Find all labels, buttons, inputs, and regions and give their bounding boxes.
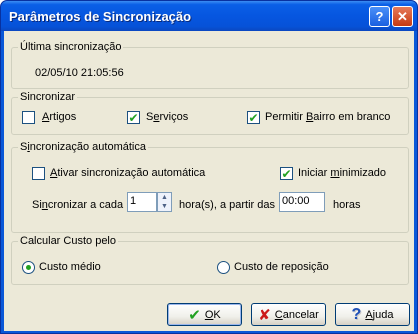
custo-reposicao-label[interactable]: Custo de reposição [234, 261, 329, 273]
interval-spinner[interactable]: ▲ ▼ [157, 192, 172, 212]
ok-label-rest: K [213, 308, 221, 321]
question-icon: ? [351, 305, 362, 323]
servicos-check-mark: ✔ [128, 110, 139, 125]
custo-reposicao-radio[interactable] [217, 261, 230, 274]
custo-medio-label[interactable]: Custo médio [39, 261, 101, 273]
group-sync: Sincronizar Artigos ✔ Serviços ✔ Permiti… [11, 91, 409, 135]
bairro-label[interactable]: Permitir Bairro em branco [265, 111, 390, 123]
interval-input[interactable]: 1 [127, 192, 157, 212]
ok-label: OK [205, 309, 221, 321]
interval-value: 1 [130, 195, 137, 207]
spin-up-icon[interactable]: ▲ [158, 193, 171, 202]
group-last-sync-legend: Última sincronização [18, 41, 124, 53]
checkmark-icon: ✔ [188, 306, 201, 324]
title-help-button[interactable]: ? [369, 6, 390, 27]
ativar-auto-label[interactable]: Ativar sincronização automática [50, 167, 205, 179]
dialog-body: Última sincronização 02/05/10 21:05:56 S… [4, 31, 414, 331]
help-label-hotkey: A [365, 308, 373, 321]
window-title: Parâmetros de Sincronização [9, 9, 192, 24]
start-time-input[interactable]: 00:00 [279, 192, 325, 212]
title-bar[interactable]: Parâmetros de Sincronização ? ✕ [1, 1, 417, 31]
group-last-sync: Última sincronização 02/05/10 21:05:56 [11, 41, 409, 89]
artigos-checkbox[interactable] [22, 111, 35, 124]
servicos-label[interactable]: Serviços [146, 111, 188, 123]
group-auto-sync: Sincronização automática Ativar sincroni… [11, 141, 409, 233]
x-icon: ✘ [258, 306, 271, 324]
help-label-rest: juda [372, 308, 394, 321]
interval-label-pre: Si [32, 199, 42, 211]
iniciar-label-hotkey: m [330, 167, 340, 179]
ok-button[interactable]: ✔ OK [167, 303, 242, 326]
servicos-label-rest: rviços [159, 111, 189, 123]
interval-label-rest: cronizar a cada [47, 199, 124, 211]
artigos-label-rest: rtigos [49, 111, 77, 123]
bairro-label-pre: Permitir [265, 111, 306, 123]
title-close-button[interactable]: ✕ [392, 6, 413, 27]
group-cost: Calcular Custo pelo Custo médio Custo de… [11, 235, 409, 285]
help-button[interactable]: ? Ajuda [335, 303, 410, 326]
cancel-label-rest: ancelar [282, 308, 319, 321]
help-label: Ajuda [365, 309, 393, 321]
bairro-checkbox[interactable]: ✔ [247, 111, 260, 124]
horas-label: horas [333, 199, 361, 211]
iniciar-check-mark: ✔ [281, 166, 292, 181]
help-glyph: ? [375, 9, 384, 24]
artigos-label[interactable]: Artigos [42, 111, 76, 123]
bairro-label-rest: airro em branco [313, 111, 391, 123]
bairro-check-mark: ✔ [248, 110, 259, 125]
hours-text: hora(s), a partir das [179, 199, 275, 211]
dialog-window: Parâmetros de Sincronização ? ✕ Última s… [0, 0, 418, 334]
auto-legend-rest: ncronização automática [29, 141, 146, 153]
start-time-value: 00:00 [282, 195, 310, 207]
interval-label: Sincronizar a cada [32, 199, 123, 211]
group-cost-legend: Calcular Custo pelo [18, 235, 118, 247]
iniciar-label-rest: inimizado [339, 167, 387, 179]
servicos-checkbox[interactable]: ✔ [127, 111, 140, 124]
iniciar-minimizado-label[interactable]: Iniciar minimizado [298, 167, 386, 179]
cancel-label: Cancelar [275, 309, 319, 321]
ativar-auto-checkbox[interactable] [32, 167, 45, 180]
group-auto-sync-legend: Sincronização automática [18, 141, 148, 153]
ativar-label-rest: tivar sincronização automática [57, 167, 206, 179]
cancel-label-hotkey: C [274, 308, 283, 321]
group-sync-legend: Sincronizar [18, 91, 78, 103]
custo-medio-radio[interactable] [22, 261, 35, 274]
iniciar-minimizado-checkbox[interactable]: ✔ [280, 167, 293, 180]
close-glyph: ✕ [397, 8, 408, 24]
last-sync-value: 02/05/10 21:05:56 [35, 67, 124, 79]
cancel-button[interactable]: ✘ Cancelar [251, 303, 326, 326]
iniciar-label-pre: Iniciar [298, 167, 331, 179]
spin-down-icon[interactable]: ▼ [158, 202, 171, 211]
